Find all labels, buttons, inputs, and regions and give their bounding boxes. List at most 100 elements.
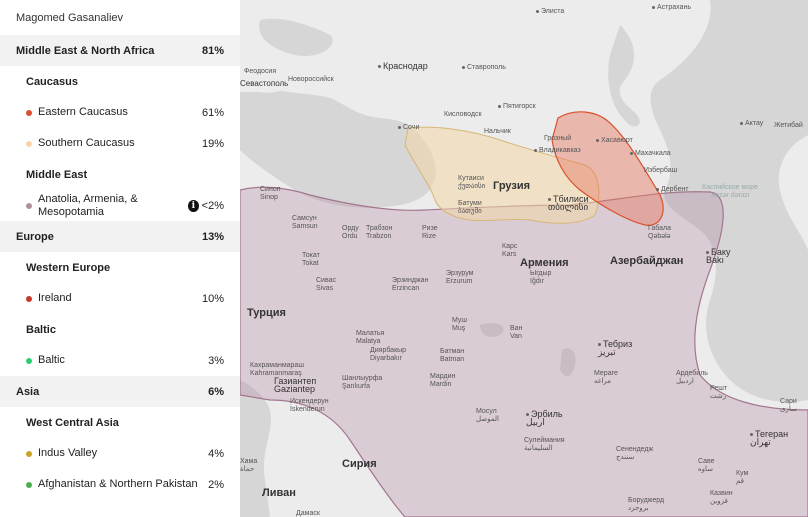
- population-percent: 61%: [201, 106, 224, 119]
- city-label: Тебриз تبریز: [598, 339, 633, 357]
- city-label: Казвин قزوین: [710, 490, 733, 505]
- city-label: Кутаиси ქუთაისი: [458, 175, 486, 190]
- city-label: Эрзинджан Erzincan: [392, 277, 429, 292]
- city-label: Севастополь: [240, 79, 289, 88]
- group-heading-west-central-asia[interactable]: West Central Asia: [0, 407, 240, 438]
- city-label: Мосул الموصل: [476, 408, 499, 423]
- city-label: Батуми ბათუმი: [458, 200, 482, 215]
- region-row-europe[interactable]: Europe 13%: [0, 221, 240, 252]
- city-label: Синоп Sinop: [260, 186, 281, 201]
- city-label: Избербаш: [644, 167, 678, 174]
- city-label: Владикавказ: [534, 147, 581, 155]
- city-label: Мераге مراغه: [594, 370, 618, 385]
- city-label: Баку Bakı: [706, 247, 731, 265]
- city-label: Тегеран تهران: [750, 429, 789, 447]
- country-label-georgia: Грузия: [493, 180, 531, 192]
- city-label: Саве ساوه: [698, 458, 715, 473]
- region-percent: 6%: [208, 385, 224, 398]
- city-label: Боруджерд بروجرد: [628, 497, 665, 512]
- population-color-dot: [26, 295, 32, 302]
- city-label: Сенендедж سنندج: [616, 446, 654, 461]
- population-percent: <2%: [201, 199, 224, 212]
- group-heading-western-europe[interactable]: Western Europe: [0, 252, 240, 283]
- population-label: Indus Valley: [38, 447, 98, 459]
- city-label: Кум قم: [736, 470, 749, 485]
- population-color-dot: [26, 357, 32, 364]
- population-row-southern-caucasus[interactable]: Southern Caucasus 19%: [0, 128, 240, 159]
- population-color-dot: [26, 109, 32, 116]
- region-percent: 81%: [201, 44, 224, 57]
- population-row-eastern-caucasus[interactable]: Eastern Caucasus 61%: [0, 97, 240, 128]
- city-label: Муш Muş: [452, 317, 468, 332]
- country-label-azerbaijan: Азербайджан: [610, 255, 684, 267]
- population-label: Baltic: [38, 354, 65, 366]
- city-label: Решт رشت: [710, 385, 728, 400]
- city-label: Батман Batman: [440, 348, 465, 363]
- population-percent: 3%: [208, 354, 224, 367]
- city-label: Дербент: [656, 186, 688, 194]
- population-label: Ireland: [38, 292, 72, 304]
- group-heading-caucasus[interactable]: Caucasus: [0, 66, 240, 97]
- city-label: Краснодар: [378, 62, 428, 71]
- city-label: Дамаск: [296, 510, 320, 517]
- city-label: Жетибай: [774, 122, 803, 129]
- city-label: Пятигорск: [498, 103, 536, 111]
- city-label: Ван Van: [510, 325, 523, 340]
- city-label: Хасавюрт: [596, 137, 633, 145]
- city-label: Грозный: [544, 135, 572, 142]
- population-row-anatolia[interactable]: Anatolia, Armenia, & Mesopotamia i <2%: [0, 190, 240, 221]
- population-row-afghanistan[interactable]: Afghanistan & Northern Pakistan 2%: [0, 469, 240, 500]
- population-label: Afghanistan & Northern Pakistan: [38, 478, 198, 490]
- population-color-dot: [26, 481, 32, 488]
- city-label: Сочи: [398, 124, 419, 132]
- info-icon[interactable]: i: [188, 199, 199, 212]
- city-label: Тбилиси თბილისი: [548, 194, 589, 212]
- city-label: Малатья Malatya: [356, 330, 385, 345]
- group-heading-baltic[interactable]: Baltic: [0, 314, 240, 345]
- region-percent: 13%: [201, 230, 224, 243]
- region-name: Middle East & North Africa: [16, 44, 155, 57]
- city-label: Сулеймания السليمانية: [524, 437, 565, 452]
- sea-label-caspian: Каспийское море Xəzər dənizi: [702, 184, 758, 199]
- group-heading-middle-east[interactable]: Middle East: [0, 159, 240, 190]
- population-label: Anatolia, Armenia, & Mesopotamia: [38, 192, 138, 218]
- country-label-armenia: Армения: [520, 257, 569, 269]
- city-label: Карс Kars: [502, 243, 518, 258]
- city-label: Сивас Sivas: [316, 277, 336, 292]
- city-label: Ставрополь: [462, 64, 506, 72]
- country-label-turkey: Турция: [247, 307, 286, 319]
- population-percent: 10%: [201, 292, 224, 305]
- city-label: Кисловодск: [444, 111, 482, 118]
- region-name: Asia: [16, 385, 40, 398]
- population-percent: 19%: [201, 137, 224, 150]
- city-label: Феодосия: [244, 68, 277, 75]
- population-color-dot: [26, 140, 32, 147]
- ancestry-map[interactable]: Грузия Армения Азербайджан Турция Сирия …: [240, 0, 808, 517]
- population-row-baltic[interactable]: Baltic 3%: [0, 345, 240, 376]
- city-label: Искендерун İskenderun: [290, 398, 329, 413]
- population-row-ireland[interactable]: Ireland 10%: [0, 283, 240, 314]
- population-row-indus-valley[interactable]: Indus Valley 4%: [0, 438, 240, 469]
- city-label: Махачкала: [630, 150, 671, 158]
- city-label: Самсун Samsun: [292, 215, 318, 230]
- population-color-dot: [26, 202, 32, 209]
- city-label: Нальчик: [484, 128, 511, 135]
- city-label: Трабзон Trabzon: [366, 225, 393, 240]
- city-label: Сари ساری: [780, 398, 797, 413]
- region-row-asia[interactable]: Asia 6%: [0, 376, 240, 407]
- city-label: Шанлыурфа Şanlıurfa: [342, 375, 383, 390]
- population-label: Eastern Caucasus: [38, 106, 128, 118]
- city-label: Газиантеп Gaziantep: [274, 376, 317, 394]
- country-label-lebanon: Ливан: [262, 487, 296, 499]
- user-name: Magomed Gasanaliev: [16, 11, 124, 24]
- city-label: Ыгдыр Iğdır: [530, 270, 552, 285]
- population-percent: 4%: [208, 447, 224, 460]
- country-label-syria: Сирия: [342, 458, 377, 470]
- ancestry-sidebar: Magomed Gasanaliev Middle East & North A…: [0, 0, 240, 517]
- region-row-mena[interactable]: Middle East & North Africa 81%: [0, 35, 240, 66]
- population-label: Southern Caucasus: [38, 137, 135, 149]
- city-label: Элиста: [536, 8, 564, 16]
- city-label: Мардин Mardin: [430, 373, 456, 388]
- city-label: Ардебиль اردبیل: [676, 370, 708, 385]
- city-label: Актау: [740, 120, 763, 128]
